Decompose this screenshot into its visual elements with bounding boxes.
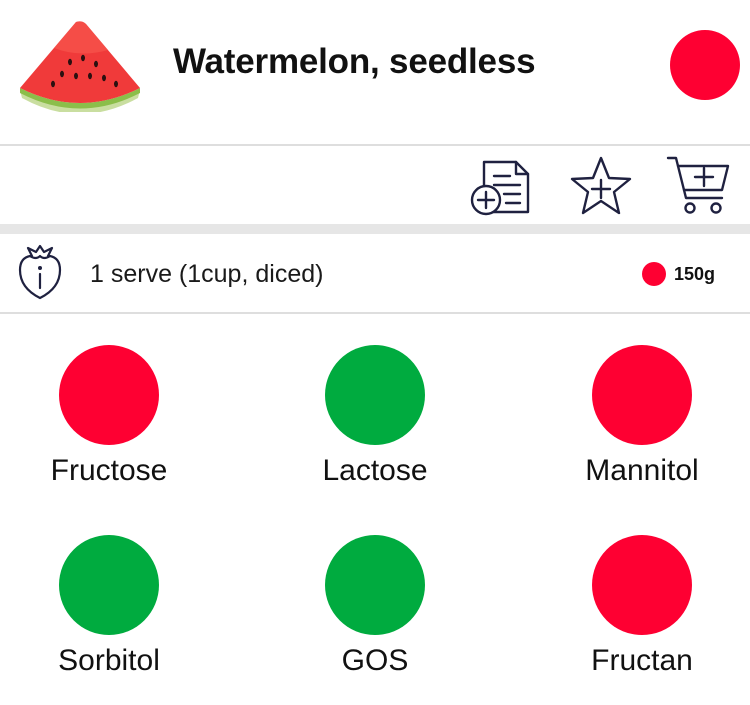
nutrient-label: Sorbitol bbox=[58, 644, 160, 677]
nutrient-label: Lactose bbox=[322, 454, 428, 487]
nutrient-item-fructose[interactable]: Fructose bbox=[0, 316, 250, 506]
nutrient-label: Mannitol bbox=[585, 454, 699, 487]
add-to-shopping-list-icon[interactable] bbox=[666, 152, 736, 220]
rating-dot bbox=[59, 345, 159, 445]
overall-rating-dot bbox=[670, 30, 740, 100]
rating-dot bbox=[325, 535, 425, 635]
rating-dot bbox=[59, 535, 159, 635]
serving-rating-dot bbox=[642, 262, 666, 286]
nutrient-item-mannitol[interactable]: Mannitol bbox=[533, 316, 750, 506]
fodmap-grid: Fructose Lactose Mannitol Sorbitol GOS F… bbox=[0, 316, 750, 705]
nutrient-label: Fructan bbox=[591, 644, 693, 677]
rating-dot bbox=[592, 345, 692, 445]
serving-row[interactable]: 1 serve (1cup, diced) 150g bbox=[0, 234, 750, 314]
food-title: Watermelon, seedless bbox=[173, 42, 536, 81]
nutrient-item-lactose[interactable]: Lactose bbox=[266, 316, 516, 506]
nutrient-label: GOS bbox=[341, 644, 409, 677]
nutrient-label: Fructose bbox=[50, 454, 168, 487]
section-divider bbox=[0, 224, 750, 234]
rating-dot bbox=[592, 535, 692, 635]
serving-size-label: 1 serve (1cup, diced) bbox=[90, 260, 324, 288]
food-header: Watermelon, seedless bbox=[0, 0, 750, 146]
rating-dot bbox=[325, 345, 425, 445]
nutrient-item-fructan[interactable]: Fructan bbox=[533, 506, 750, 696]
nutrient-item-gos[interactable]: GOS bbox=[266, 506, 516, 696]
nutrient-item-sorbitol[interactable]: Sorbitol bbox=[0, 506, 250, 696]
add-to-meal-plan-icon[interactable] bbox=[466, 152, 536, 220]
action-bar bbox=[0, 148, 750, 224]
serving-weight: 150g bbox=[674, 264, 716, 284]
strawberry-info-icon[interactable] bbox=[16, 242, 64, 302]
watermelon-image bbox=[20, 21, 140, 112]
add-to-favourites-icon[interactable] bbox=[566, 152, 636, 220]
